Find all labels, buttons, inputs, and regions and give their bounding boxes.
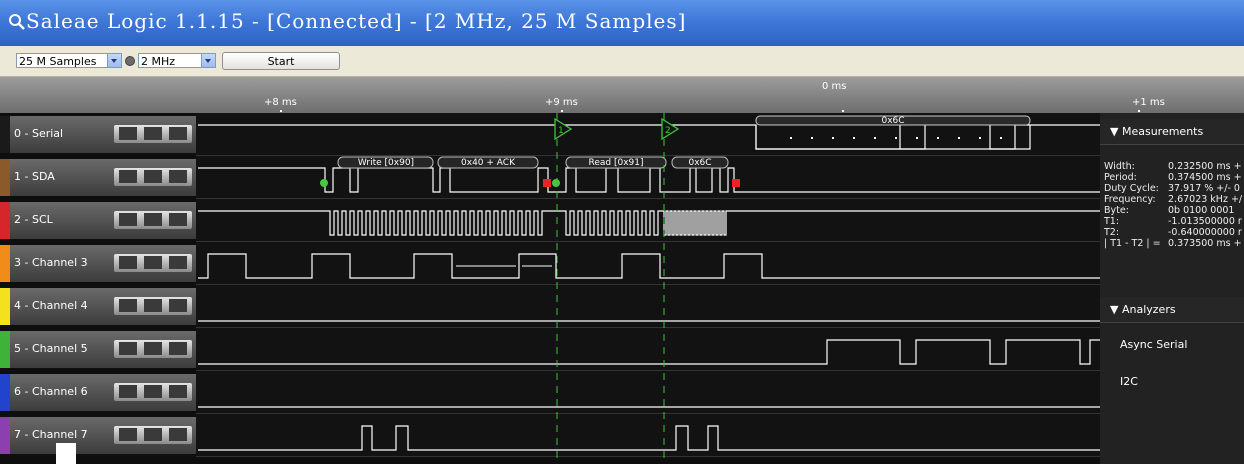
ruler-tick xyxy=(280,110,282,112)
stop-condition-icon xyxy=(732,179,740,187)
serial-bit-dot xyxy=(811,137,813,139)
measurement-label: Width: xyxy=(1104,161,1135,172)
start-button[interactable]: Start xyxy=(222,52,340,70)
serial-bit-dot xyxy=(937,137,939,139)
samples-select[interactable]: 25 M Samples xyxy=(16,53,122,68)
measurement-value: 0b 0100 0001 xyxy=(1168,205,1235,216)
measurement-label: Period: xyxy=(1104,172,1137,183)
scl-waveform xyxy=(198,210,1100,236)
ruler-center-label: 0 ms xyxy=(822,81,847,92)
stop-condition-icon xyxy=(543,179,551,187)
decode-label: 0x40 + ACK xyxy=(461,158,516,168)
rate-value: 2 MHz xyxy=(141,55,176,68)
serial-bit-dot xyxy=(979,137,981,139)
mouse-cursor xyxy=(56,443,76,464)
serial-waveform xyxy=(198,124,1100,150)
toolbar: 25 M Samples 2 MHz Start xyxy=(0,46,1244,77)
samples-value: 25 M Samples xyxy=(19,55,97,68)
app-logo-icon xyxy=(9,14,25,30)
measurement-label: Duty Cycle: xyxy=(1104,183,1159,194)
measurement-row: Period: 0.374500 ms + xyxy=(1104,172,1242,183)
serial-bits xyxy=(755,124,1030,150)
measurement-row: Byte: 0b 0100 0001 xyxy=(1104,205,1234,216)
channel-3-waveform xyxy=(198,253,1100,279)
chevron-down-icon xyxy=(107,54,121,67)
title-bar: Saleae Logic 1.1.15 - [Connected] - [2 M… xyxy=(0,0,1244,46)
measurement-value: 0.373500 ms + xyxy=(1168,238,1242,249)
measurement-value: -1.013500000 r xyxy=(1168,216,1242,227)
measurement-value: 0.374500 ms + xyxy=(1168,172,1242,183)
rate-select[interactable]: 2 MHz xyxy=(138,53,216,68)
expand-arrow-icon: ▼ xyxy=(1110,303,1122,316)
measurement-label: | T1 - T2 | = xyxy=(1104,238,1161,249)
serial-bit-dot xyxy=(1000,137,1002,139)
decode-label: Write [0x90] xyxy=(358,158,414,168)
channel-7-waveform xyxy=(198,425,1100,451)
window-title: Saleae Logic 1.1.15 - [Connected] - [2 M… xyxy=(26,9,687,33)
sda-waveform xyxy=(198,167,1100,193)
timing-marker-label: 1 xyxy=(558,126,564,136)
measurement-row: Frequency: 2.67023 kHz +/ xyxy=(1104,194,1242,205)
measurement-row: Duty Cycle: 37.917 % +/- 0 xyxy=(1104,183,1240,194)
measurement-row: T1: -1.013500000 r xyxy=(1104,216,1242,227)
ruler-tick xyxy=(1138,110,1140,112)
measurement-row: | T1 - T2 | = 0.373500 ms + xyxy=(1104,238,1242,249)
measurement-label: T2: xyxy=(1104,227,1120,238)
clock-icon xyxy=(125,56,135,66)
measurement-label: Byte: xyxy=(1104,205,1129,216)
decode-label: Read [0x91] xyxy=(588,158,643,168)
serial-bit-dot xyxy=(832,137,834,139)
measurement-value: -0.640000000 r xyxy=(1168,227,1242,238)
serial-bit-dot xyxy=(853,137,855,139)
ruler-tick xyxy=(561,110,563,112)
decode-label: 0x6C xyxy=(688,158,711,168)
analyzer-i2c[interactable]: I2C xyxy=(1120,375,1138,388)
time-ruler[interactable]: 0 ms +8 ms +9 ms +1 ms xyxy=(0,77,1244,113)
channel-5-waveform xyxy=(198,339,1100,365)
serial-bit-dot xyxy=(790,137,792,139)
start-condition-icon xyxy=(320,179,328,187)
ruler-tick-label: +1 ms xyxy=(1132,97,1165,108)
decode-label: 0x6C xyxy=(881,116,904,126)
serial-bit-dot xyxy=(874,137,876,139)
measurement-label: T1: xyxy=(1104,216,1120,227)
serial-bit-dot xyxy=(916,137,918,139)
measurement-row: T2: -0.640000000 r xyxy=(1104,227,1242,238)
analyzer-async-serial[interactable]: Async Serial xyxy=(1120,338,1187,351)
waveform-canvas[interactable]: 1 2 0x6C Write [0x90] 0x40 + ACK Read [0x91] 0… xyxy=(0,113,1100,464)
measurement-value: 2.67023 kHz +/ xyxy=(1168,194,1243,205)
measurement-row: Width: 0.232500 ms + xyxy=(1104,161,1242,172)
measurement-label: Frequency: xyxy=(1104,194,1156,205)
ruler-tick xyxy=(842,110,844,112)
timing-marker-label: 2 xyxy=(665,126,671,136)
measurement-value: 0.232500 ms + xyxy=(1168,161,1242,172)
analyzers-header[interactable]: ▼ Analyzers xyxy=(1100,297,1244,323)
expand-arrow-icon: ▼ xyxy=(1110,125,1122,138)
measurements-header[interactable]: ▼ Measurements xyxy=(1100,119,1244,145)
serial-bit-dot xyxy=(895,137,897,139)
chevron-down-icon xyxy=(201,54,215,67)
serial-bit-dot xyxy=(958,137,960,139)
side-panel: ▼ Measurements Width: 0.232500 ms + Period… xyxy=(1100,113,1244,464)
start-condition-icon xyxy=(552,179,560,187)
ruler-tick-label: +9 ms xyxy=(545,97,578,108)
ruler-tick-label: +8 ms xyxy=(264,97,297,108)
measurement-value: 37.917 % +/- 0 xyxy=(1168,183,1240,194)
